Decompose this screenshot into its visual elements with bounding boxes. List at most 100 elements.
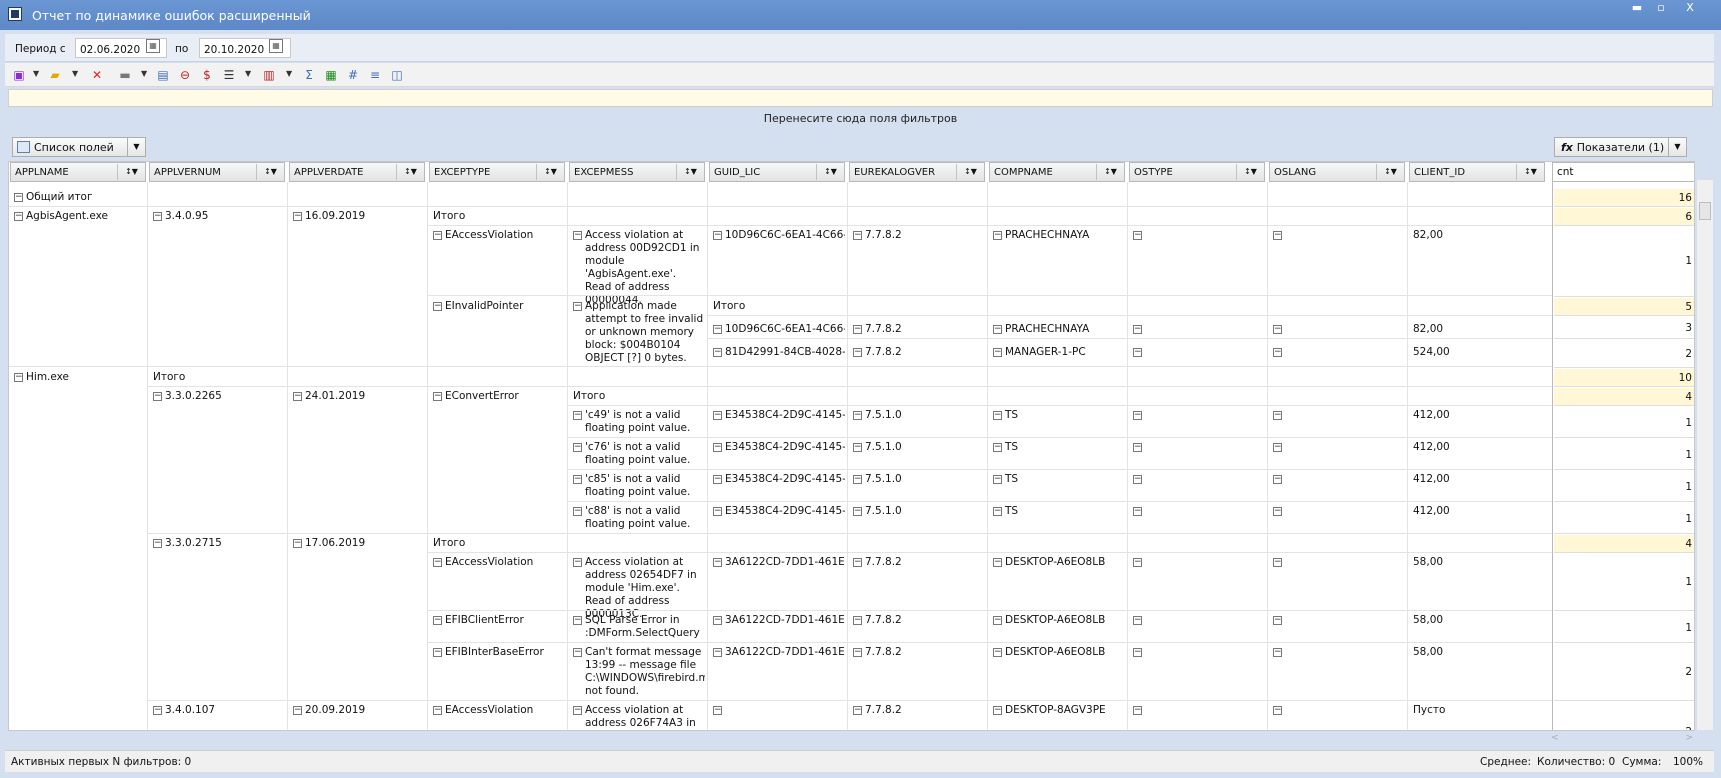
collapse-icon[interactable]: − [853,648,862,657]
field-list-button[interactable]: Список полей ▼ [12,137,146,157]
filter-input[interactable] [8,89,1713,107]
collapse-icon[interactable]: − [1133,443,1142,452]
collapse-icon[interactable]: − [993,648,1002,657]
calendar-icon[interactable]: ▦ [269,39,283,53]
collapse-icon[interactable]: − [1133,348,1142,357]
collapse-icon[interactable]: − [713,558,722,567]
vertical-scrollbar[interactable] [1697,180,1713,730]
zoom-level[interactable]: 100% [1673,756,1703,768]
collapse-icon[interactable]: − [713,443,722,452]
collapse-icon[interactable]: − [853,558,862,567]
collapse-icon[interactable]: − [14,193,23,202]
collapse-icon[interactable]: − [573,443,582,452]
measures-button[interactable]: fx Показатели (1) ▼ [1554,137,1687,157]
collapse-icon[interactable]: − [573,616,582,625]
collapse-icon[interactable]: − [993,507,1002,516]
collapse-icon[interactable]: − [293,392,302,401]
collapse-icon[interactable]: − [1273,648,1282,657]
collapse-icon[interactable]: − [1273,411,1282,420]
collapse-icon[interactable]: − [573,648,582,657]
collapse-icon[interactable]: − [573,231,582,240]
sort-filter-icon[interactable]: ↕▼ [816,164,844,180]
collapse-icon[interactable]: − [853,411,862,420]
collapse-icon[interactable]: − [993,231,1002,240]
collapse-icon[interactable]: − [293,539,302,548]
dollar-icon[interactable]: $ [199,67,215,83]
collapse-icon[interactable]: − [433,392,442,401]
list-icon[interactable]: ☰ [221,67,237,83]
column-header-ostype[interactable]: OSTYPE ↕▼ [1129,162,1265,182]
collapse-icon[interactable]: − [713,348,722,357]
collapse-icon[interactable]: − [713,475,722,484]
collapse-icon[interactable]: − [853,348,862,357]
collapse-icon[interactable]: − [1133,616,1142,625]
collapse-icon[interactable]: − [573,558,582,567]
collapse-icon[interactable]: − [573,507,582,516]
collapse-icon[interactable]: − [713,507,722,516]
collapse-icon[interactable]: − [853,443,862,452]
sort-filter-icon[interactable]: ↕▼ [256,164,284,180]
calendar-icon[interactable]: ▦ [146,39,160,53]
collapse-icon[interactable]: − [14,212,23,221]
chevron-down-icon[interactable]: ▼ [1668,138,1686,156]
column-header-oslang[interactable]: OSLANG ↕▼ [1269,162,1405,182]
save-icon[interactable]: ▣ [11,67,27,83]
collapse-icon[interactable]: − [853,325,862,334]
column-header-applverdate[interactable]: APPLVERDATE ↕▼ [289,162,425,182]
collapse-icon[interactable]: − [1133,507,1142,516]
collapse-icon[interactable]: − [993,325,1002,334]
collapse-icon[interactable]: − [153,212,162,221]
collapse-icon[interactable]: − [1133,411,1142,420]
text-icon[interactable]: ≡ [367,67,383,83]
measure-header-cnt[interactable]: cnt [1552,162,1694,182]
collapse-icon[interactable]: − [993,411,1002,420]
collapse-icon[interactable]: − [993,706,1002,715]
chart-icon[interactable]: ▦ [323,67,339,83]
collapse-icon[interactable]: − [1273,507,1282,516]
collapse-icon[interactable]: − [1273,706,1282,715]
collapse-icon[interactable]: − [573,475,582,484]
collapse-icon[interactable]: − [1133,648,1142,657]
sort-filter-icon[interactable]: ↕▼ [1096,164,1124,180]
scrollbar-thumb[interactable] [1699,202,1711,220]
collapse-icon[interactable]: − [433,302,442,311]
collapse-icon[interactable]: − [1273,348,1282,357]
columns-icon[interactable]: ▥ [261,67,277,83]
collapse-icon[interactable]: − [713,231,722,240]
collapse-icon[interactable]: − [853,706,862,715]
collapse-icon[interactable]: − [433,706,442,715]
collapse-icon[interactable]: − [853,616,862,625]
collapse-icon[interactable]: − [713,648,722,657]
collapse-icon[interactable]: − [1133,475,1142,484]
collapse-icon[interactable]: − [1273,231,1282,240]
format-icon[interactable]: # [345,67,361,83]
sort-filter-icon[interactable]: ↕▼ [1236,164,1264,180]
close-button[interactable]: X [1678,2,1702,16]
collapse-icon[interactable]: − [293,212,302,221]
collapse-icon[interactable]: − [713,706,722,715]
column-header-excepmess[interactable]: EXCEPMESS ↕▼ [569,162,705,182]
folder-icon[interactable]: ▰ [47,67,63,83]
collapse-icon[interactable]: − [14,373,23,382]
collapse-icon[interactable]: − [433,558,442,567]
collapse-icon[interactable]: − [713,325,722,334]
collapse-icon[interactable]: − [993,616,1002,625]
chevron-down-icon[interactable]: ▼ [72,69,78,78]
sum-icon[interactable]: Σ [301,67,317,83]
collapse-icon[interactable]: − [573,302,582,311]
collapse-icon[interactable]: − [433,648,442,657]
minimize-button[interactable]: ▬ [1626,2,1648,16]
chevron-down-icon[interactable]: ▼ [127,138,145,156]
collapse-icon[interactable]: − [1273,616,1282,625]
collapse-icon[interactable]: − [1133,325,1142,334]
filter-drop-area[interactable]: Перенесите сюда поля фильтров [0,112,1721,125]
collapse-icon[interactable]: − [1133,706,1142,715]
sort-filter-icon[interactable]: ↕▼ [536,164,564,180]
column-header-guid-lic[interactable]: GUID_LIC ↕▼ [709,162,845,182]
collapse-icon[interactable]: − [1273,558,1282,567]
delete-icon[interactable]: ✕ [89,67,105,83]
collapse-icon[interactable]: − [713,616,722,625]
column-header-applname[interactable]: APPLNAME ↕▼ [10,162,146,182]
chevron-down-icon[interactable]: ▼ [33,69,39,78]
chevron-down-icon[interactable]: ▼ [245,69,251,78]
